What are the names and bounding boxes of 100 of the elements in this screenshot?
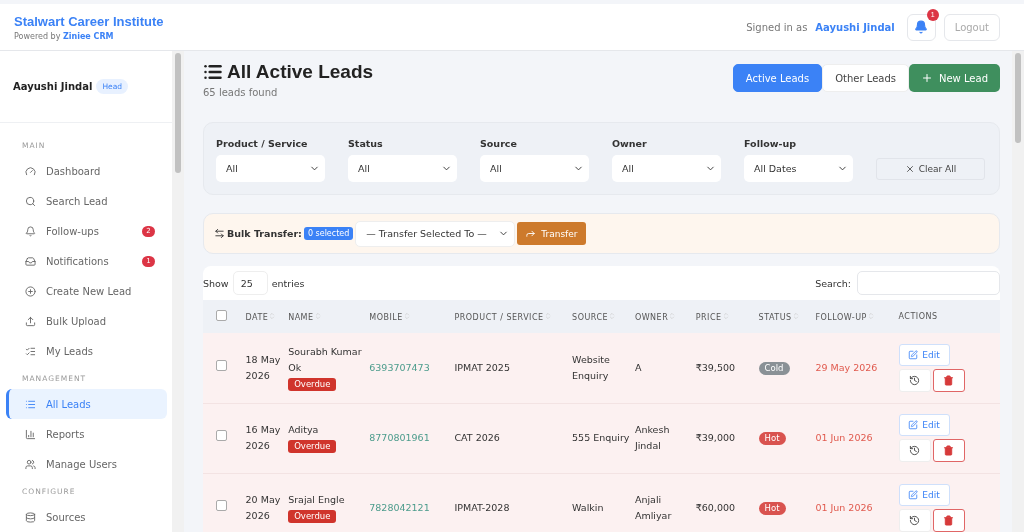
filter-select[interactable]: All — [216, 155, 325, 182]
edit-button[interactable]: Edit — [898, 343, 950, 366]
follow-up-date: 01 Jun 2026 — [815, 502, 873, 513]
delete-button[interactable] — [932, 368, 965, 392]
column-header[interactable]: MOBILE — [369, 300, 455, 333]
filter-label: Product / Service — [216, 138, 309, 149]
selected-count-badge: 0 selected — [303, 227, 354, 240]
history-icon — [909, 445, 920, 456]
row-checkbox[interactable] — [216, 500, 227, 511]
filter-label: Status — [348, 138, 384, 149]
sidebar-icon — [25, 165, 36, 177]
transfer-select[interactable]: — Transfer Selected To — — [355, 220, 516, 247]
sidebar-icon — [25, 315, 36, 327]
filter-label: Owner — [612, 138, 648, 149]
follow-up-date: 29 May 2026 — [815, 361, 878, 373]
trash-icon — [943, 515, 954, 526]
signed-in-label: Signed in as — [746, 21, 808, 33]
transfer-icon — [214, 228, 225, 239]
column-header: ACTIONS — [898, 300, 1000, 333]
product-cell: CAT 2026 — [454, 403, 573, 473]
page-title: All Active Leads — [203, 61, 374, 83]
delete-button[interactable] — [932, 509, 965, 532]
history-button[interactable] — [898, 509, 931, 532]
forward-arrow-icon — [525, 228, 537, 239]
column-header[interactable]: STATUS — [758, 300, 816, 333]
overdue-tag: Overdue — [288, 510, 337, 523]
entries-label: entries — [271, 277, 305, 289]
sidebar-item[interactable]: Search Lead — [6, 186, 167, 216]
list-icon — [203, 62, 223, 82]
owner-cell: A — [634, 333, 696, 403]
date-cell: 18 May 2026 — [245, 333, 289, 403]
lead-name[interactable]: Sourabh Kumar Ok — [288, 343, 366, 376]
close-icon — [904, 164, 915, 174]
owner-cell: Ankesh Jindal — [634, 403, 696, 473]
search-field[interactable] — [857, 271, 1000, 295]
row-checkbox[interactable] — [216, 430, 227, 441]
edit-button[interactable]: Edit — [898, 414, 950, 436]
trash-icon — [943, 445, 954, 456]
column-header[interactable]: FOLLOW-UP — [815, 300, 899, 333]
date-cell: 16 May 2026 — [245, 403, 289, 473]
sidebar-icon — [25, 255, 36, 267]
view-tab[interactable]: Active Leads — [732, 64, 823, 92]
entries-select[interactable]: 25 — [232, 271, 268, 295]
edit-button[interactable]: Edit — [898, 484, 950, 506]
view-tab[interactable]: Other Leads — [822, 64, 909, 92]
filter-select[interactable]: All — [612, 155, 721, 182]
history-button[interactable] — [898, 368, 931, 392]
leads-count: 65 leads found — [203, 87, 279, 98]
column-header[interactable]: PRICE — [695, 300, 759, 333]
user-link[interactable]: Aayushi Jindal — [815, 21, 895, 33]
filter-select[interactable]: All — [348, 155, 457, 182]
select-all-checkbox[interactable] — [216, 310, 227, 321]
bell-icon — [914, 20, 929, 34]
sidebar-scrollbar[interactable] — [172, 51, 184, 532]
sidebar-item[interactable]: Dashboard — [6, 156, 167, 186]
status-badge: Hot — [758, 502, 786, 515]
filter-label: Follow-up — [744, 138, 797, 149]
show-label: Show — [203, 277, 229, 289]
bulk-transfer-label: Bulk Transfer: — [227, 228, 302, 239]
row-checkbox[interactable] — [216, 359, 227, 371]
page-scrollbar[interactable] — [1012, 51, 1024, 532]
history-icon — [909, 374, 920, 386]
edit-icon — [908, 420, 919, 430]
filter-select[interactable]: All — [480, 155, 589, 182]
sidebar-item[interactable]: My Leads — [6, 336, 167, 366]
column-header[interactable]: DATE — [245, 300, 289, 333]
lead-name[interactable]: Srajal Engle — [288, 492, 366, 508]
sidebar-item[interactable]: All Leads — [6, 389, 167, 419]
column-header[interactable]: SOURCE — [572, 300, 635, 333]
sidebar-item[interactable]: Manage Users — [6, 449, 167, 479]
sidebar-user-name: Aayushi Jindal — [13, 81, 93, 92]
plus-icon — [921, 72, 933, 84]
column-header[interactable]: NAME — [288, 300, 370, 333]
lead-name[interactable]: Aditya — [288, 422, 366, 438]
clear-all-button[interactable]: Clear All — [876, 158, 985, 180]
overdue-tag: Overdue — [288, 377, 337, 391]
column-header[interactable]: OWNER — [634, 300, 696, 333]
sidebar-item[interactable]: Reports — [6, 419, 167, 449]
sidebar-item[interactable]: Bulk Upload — [6, 306, 167, 336]
new-lead-button[interactable]: New Lead — [909, 64, 1000, 92]
edit-icon — [908, 349, 919, 360]
product-cell: IPMAT 2025 — [454, 333, 573, 403]
status-badge: Hot — [758, 432, 786, 445]
sidebar-item[interactable]: Create New Lead — [6, 276, 167, 306]
powered-by-text: Powered by Ziniee CRM — [14, 31, 115, 41]
sidebar-item[interactable]: Sources — [6, 502, 167, 532]
delete-button[interactable] — [932, 439, 965, 462]
overdue-tag: Overdue — [288, 440, 337, 453]
brand-title: Stalwart Career Institute — [14, 13, 164, 29]
follow-up-date: 01 Jun 2026 — [815, 432, 873, 443]
history-button[interactable] — [898, 439, 931, 462]
sidebar-icon — [25, 285, 36, 297]
filter-label: Source — [480, 138, 518, 149]
filter-select[interactable]: All Dates — [744, 155, 853, 182]
source-cell: 555 Enquiry — [572, 403, 635, 473]
transfer-button[interactable]: Transfer — [517, 222, 586, 245]
owner-cell: Anjali Amliyar — [634, 473, 696, 532]
sidebar-icon — [25, 458, 36, 470]
price-cell: ₹39,500 — [695, 333, 759, 403]
column-header[interactable]: PRODUCT / SERVICE — [454, 300, 573, 333]
